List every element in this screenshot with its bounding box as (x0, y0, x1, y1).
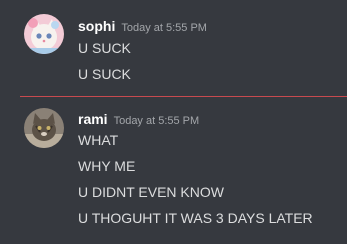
new-messages-divider (20, 96, 347, 97)
timestamp[interactable]: Today at 5:55 PM (121, 22, 207, 34)
message-text: WHAT (78, 132, 119, 148)
message-header: rami Today at 5:55 PM (78, 111, 199, 129)
username[interactable]: sophi (78, 18, 115, 34)
message-text: WHY ME (78, 158, 136, 174)
avatar[interactable] (24, 108, 64, 148)
message-text: U THOGUHT IT WAS 3 DAYS LATER (78, 210, 313, 226)
cat-avatar-icon (24, 14, 64, 54)
username[interactable]: rami (78, 111, 108, 127)
avatar[interactable] (24, 14, 64, 54)
message-text: U DIDNT EVEN KNOW (78, 184, 224, 200)
message-text: U SUCK (78, 66, 131, 82)
message-text: U SUCK (78, 40, 131, 56)
message-header: sophi Today at 5:55 PM (78, 18, 207, 36)
timestamp[interactable]: Today at 5:55 PM (114, 115, 200, 127)
cat-avatar-icon (24, 108, 64, 148)
